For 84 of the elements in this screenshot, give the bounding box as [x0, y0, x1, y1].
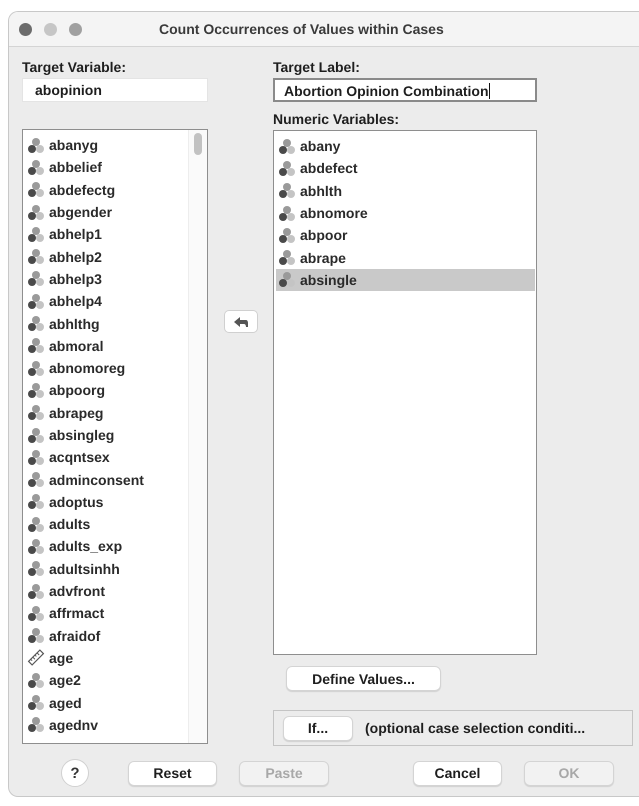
nominal-variable-icon: [27, 516, 45, 533]
list-item[interactable]: abhelp2: [49, 248, 102, 265]
nominal-variable-icon: [278, 182, 296, 200]
list-item[interactable]: abhelp1: [49, 226, 102, 242]
nominal-variable-icon: [27, 248, 45, 266]
nominal-variable-icon: [27, 582, 45, 600]
if-button[interactable]: If...: [283, 716, 353, 740]
list-item[interactable]: abbelief: [49, 159, 102, 176]
input-field[interactable]: Abortion Opinion Combination: [273, 78, 537, 102]
list-item[interactable]: acqntsex: [49, 449, 110, 466]
list-item[interactable]: adoptus: [49, 494, 104, 510]
list-item[interactable]: abnomore: [300, 205, 368, 222]
nominal-variable-icon: [278, 138, 296, 155]
list-item[interactable]: adults_exp: [49, 538, 122, 554]
nominal-variable-icon: [278, 204, 296, 222]
condition-text: (optional case selection conditi...: [365, 720, 586, 736]
nominal-variable-icon: [27, 448, 45, 466]
nominal-variable-icon: [27, 604, 45, 622]
list-item[interactable]: abpoor: [300, 227, 348, 244]
field-label: Target Label:: [273, 59, 361, 76]
nominal-variable-icon: [27, 292, 45, 310]
nominal-variable-icon: [278, 226, 296, 244]
nominal-variable-icon: [27, 471, 45, 488]
list-item[interactable]: abany: [300, 138, 340, 154]
nominal-variable-icon: [27, 315, 45, 332]
list-item[interactable]: aged: [49, 694, 82, 711]
list-item[interactable]: afraidof: [49, 628, 100, 644]
list-item[interactable]: agednv: [49, 716, 98, 733]
list-item[interactable]: abdefectg: [49, 182, 116, 198]
define-values-button[interactable]: Define Values...: [286, 666, 441, 691]
nominal-variable-icon: [27, 426, 45, 444]
list-item[interactable]: absingleg: [49, 427, 114, 443]
dialog-button[interactable]: Cancel: [413, 760, 502, 786]
input-field[interactable]: abopinion: [22, 78, 208, 102]
zoom-icon[interactable]: [69, 22, 82, 36]
list-item[interactable]: abhelp3: [49, 270, 102, 287]
nominal-variable-icon: [27, 627, 45, 644]
nominal-variable-icon: [27, 404, 45, 422]
list-item[interactable]: adultsinhh: [49, 560, 120, 577]
nominal-variable-icon: [27, 181, 45, 198]
nominal-variable-icon: [278, 249, 296, 266]
close-icon[interactable]: [19, 22, 32, 36]
list-item[interactable]: abanyg: [49, 137, 98, 154]
nominal-variable-icon: [27, 204, 45, 221]
list-item[interactable]: abdefect: [300, 160, 358, 176]
nominal-variable-icon: [27, 382, 45, 399]
list-item[interactable]: abgender: [49, 204, 112, 220]
list-item[interactable]: abnomoreg: [49, 360, 126, 376]
scrollbar[interactable]: [188, 130, 207, 743]
nominal-variable-icon: [27, 694, 45, 712]
list-item[interactable]: abhlthg: [49, 316, 100, 332]
nominal-variable-icon: [27, 226, 45, 243]
list-item[interactable]: absingle: [300, 272, 357, 288]
arrow-icon: [232, 316, 248, 328]
nominal-variable-icon: [27, 270, 45, 288]
nominal-variable-icon: [27, 493, 45, 510]
list-item[interactable]: adminconsent: [49, 472, 144, 488]
list-item[interactable]: advfront: [49, 583, 105, 600]
list-item[interactable]: abhlth: [300, 182, 342, 199]
nominal-variable-icon: [27, 672, 45, 689]
nominal-variable-icon: [27, 538, 45, 555]
list-item[interactable]: abrape: [300, 250, 346, 266]
field-label: Target Variable:: [22, 59, 128, 76]
list-item[interactable]: affrmact: [49, 605, 104, 622]
nominal-variable-icon: [27, 136, 45, 154]
nominal-variable-icon: [27, 158, 45, 176]
nominal-variable-icon: [27, 560, 45, 578]
list-item[interactable]: abrapeg: [49, 404, 104, 421]
move-button[interactable]: [224, 310, 258, 333]
list-label: Numeric Variables:: [273, 111, 400, 128]
nominal-variable-icon: [27, 360, 45, 377]
window-title: Count Occurrences of Values within Cases: [159, 21, 444, 37]
nominal-variable-icon: [278, 160, 296, 177]
list-item[interactable]: age: [49, 650, 74, 666]
nominal-variable-icon: [27, 337, 45, 354]
dialog-button[interactable]: Reset: [128, 760, 217, 786]
help-button[interactable]: ?: [61, 759, 89, 787]
list-item[interactable]: adults: [49, 516, 90, 532]
list-item[interactable]: age2: [49, 672, 81, 688]
list-item[interactable]: abhelp4: [49, 293, 102, 310]
nominal-variable-icon: [27, 716, 45, 734]
list-item[interactable]: abmoral: [49, 338, 104, 354]
minimize-icon[interactable]: [44, 22, 57, 36]
list-item[interactable]: abpoorg: [49, 382, 105, 398]
